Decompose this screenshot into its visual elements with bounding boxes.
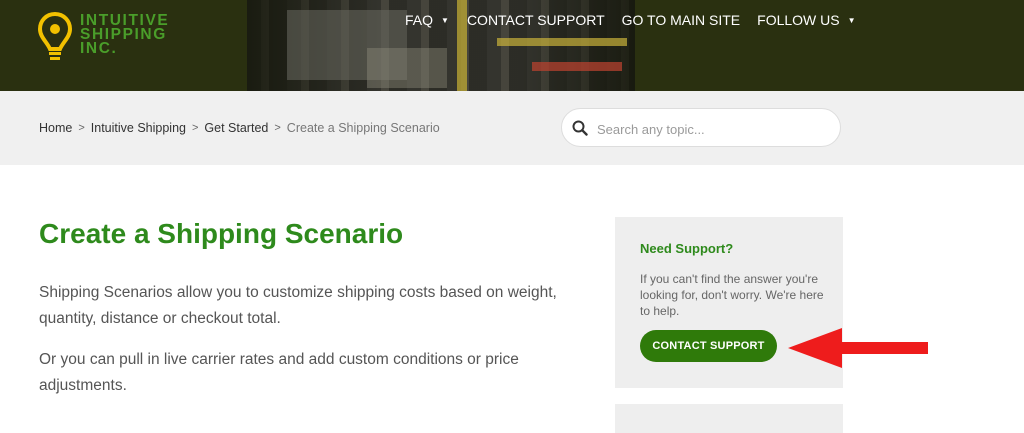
site-header: INTUITIVE SHIPPING INC. FAQ ▼ CONTACT SU…	[0, 0, 1024, 91]
annotation-arrow-icon	[788, 328, 928, 368]
chevron-right-icon: >	[191, 122, 199, 134]
chevron-right-icon: >	[274, 122, 281, 134]
article-paragraph: Or you can pull in live carrier rates an…	[39, 351, 519, 394]
nav-item-follow-us[interactable]: FOLLOW US ▼	[757, 12, 855, 28]
breadcrumb-bar: Home > Intuitive Shipping > Get Started …	[0, 91, 1024, 165]
breadcrumb-current: Create a Shipping Scenario	[286, 121, 440, 135]
nav-item-label: FAQ	[405, 12, 434, 28]
search-box[interactable]	[561, 108, 841, 147]
sidebar-widget	[615, 404, 843, 433]
caret-down-icon: ▼	[441, 15, 449, 25]
article-paragraph: Shipping Scenarios allow you to customiz…	[39, 284, 557, 327]
support-text: If you can't find the answer you're look…	[640, 272, 824, 318]
breadcrumb: Home > Intuitive Shipping > Get Started …	[39, 121, 440, 135]
nav-item-label: FOLLOW US	[757, 12, 840, 28]
logo-text: INTUITIVE SHIPPING INC.	[80, 12, 170, 57]
main-nav: FAQ ▼ CONTACT SUPPORT GO TO MAIN SITE FO…	[405, 12, 856, 28]
search-input[interactable]	[595, 117, 829, 141]
support-title: Need Support?	[640, 241, 734, 256]
nav-item-label: GO TO MAIN SITE	[621, 12, 741, 28]
breadcrumb-link-get-started[interactable]: Get Started	[204, 121, 268, 135]
location-pin-icon	[38, 12, 72, 60]
breadcrumb-link-intuitive-shipping[interactable]: Intuitive Shipping	[91, 121, 186, 135]
caret-down-icon: ▼	[847, 15, 856, 25]
chevron-right-icon: >	[78, 122, 85, 134]
nav-item-label: CONTACT SUPPORT	[466, 12, 605, 28]
contact-support-button[interactable]: CONTACT SUPPORT	[640, 330, 777, 362]
page-title: Create a Shipping Scenario	[39, 218, 404, 249]
site-logo[interactable]: INTUITIVE SHIPPING INC.	[38, 12, 169, 62]
nav-item-go-to-main-site[interactable]: GO TO MAIN SITE	[622, 12, 741, 28]
nav-item-contact-support[interactable]: CONTACT SUPPORT	[467, 12, 605, 28]
search-icon	[572, 120, 588, 136]
breadcrumb-link-home[interactable]: Home	[39, 121, 72, 135]
nav-item-faq[interactable]: FAQ ▼	[405, 12, 449, 28]
